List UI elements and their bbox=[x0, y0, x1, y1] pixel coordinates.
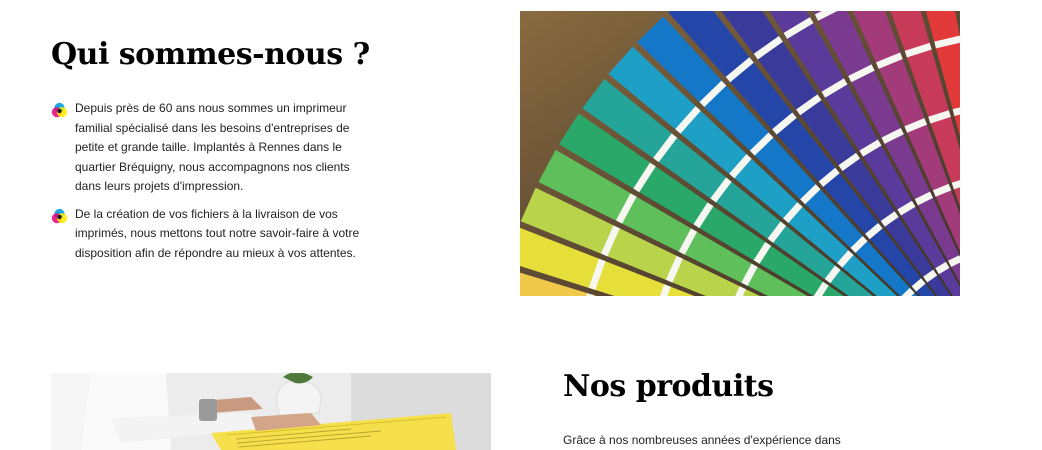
section-title-about: Qui sommes-nous ? bbox=[51, 37, 370, 72]
about-paragraph-2: De la création de vos fichiers à la livr… bbox=[75, 206, 360, 260]
color-swatch-fan-photo bbox=[520, 11, 960, 296]
about-bullet-list: Depuis près de 60 ans nous sommes un imp… bbox=[51, 99, 361, 271]
cmy-circles-icon bbox=[51, 102, 68, 118]
about-paragraph-1: Depuis près de 60 ans nous sommes un imp… bbox=[75, 101, 350, 193]
printed-sheet-illustration bbox=[51, 373, 491, 450]
cmy-circles-icon bbox=[51, 208, 68, 223]
printed-sheet-photo bbox=[51, 373, 491, 450]
list-item: Depuis près de 60 ans nous sommes un imp… bbox=[51, 99, 361, 197]
swatch-fan-illustration bbox=[520, 11, 960, 296]
products-intro-text: Grâce à nos nombreuses années d'expérien… bbox=[563, 433, 841, 447]
section-title-products: Nos produits bbox=[563, 369, 774, 404]
list-item: De la création de vos fichiers à la livr… bbox=[51, 205, 361, 264]
